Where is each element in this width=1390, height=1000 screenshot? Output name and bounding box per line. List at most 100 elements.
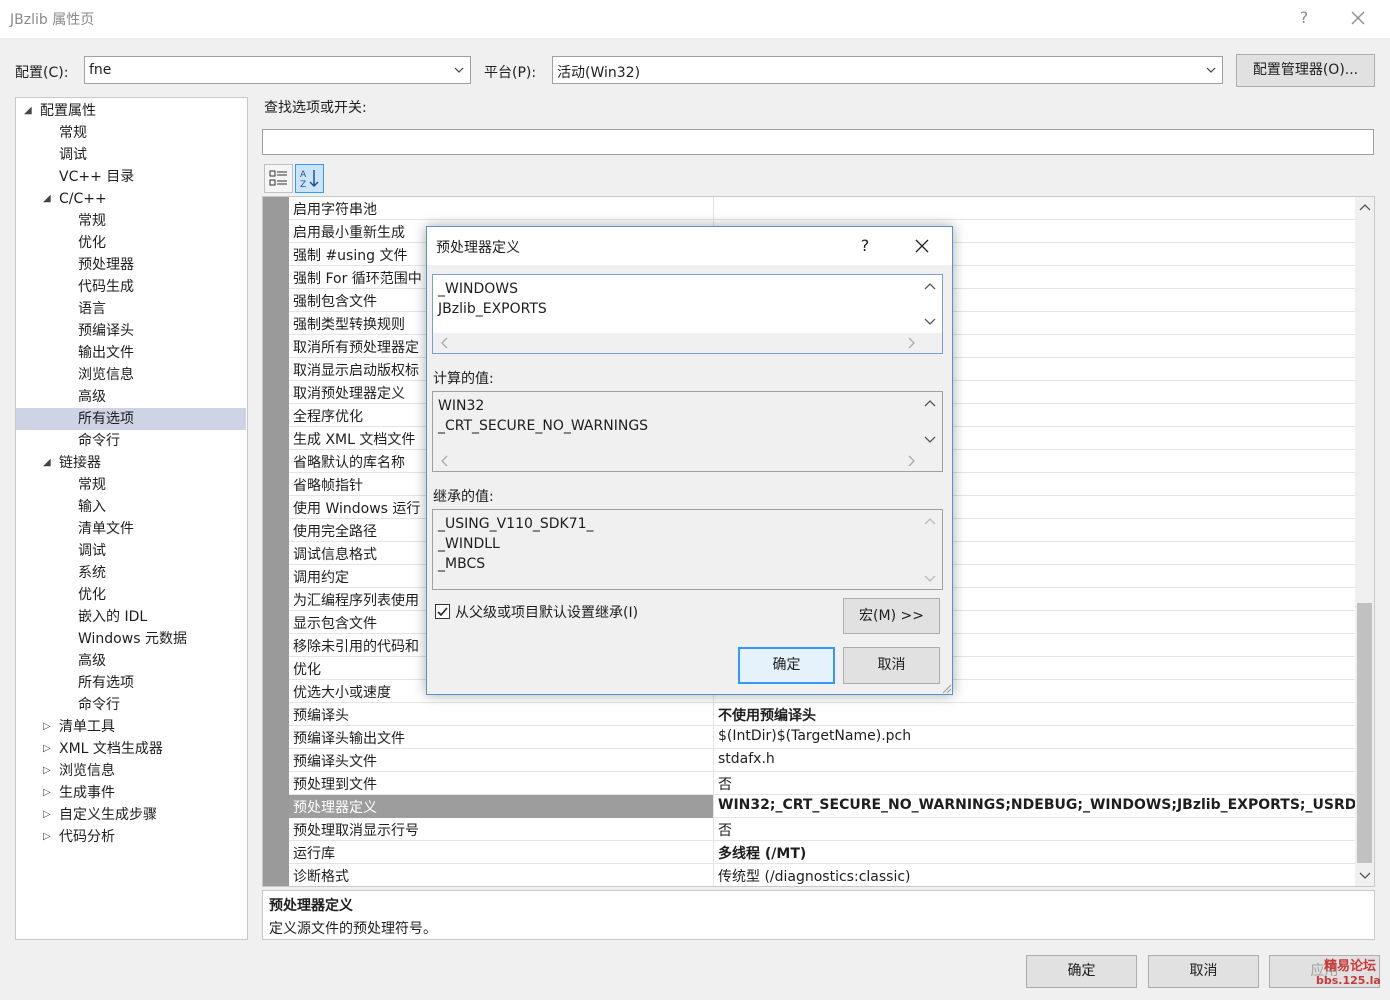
tree-item[interactable]: 输入 bbox=[16, 496, 246, 518]
expanded-icon[interactable]: ◢ bbox=[24, 100, 36, 122]
property-row[interactable]: 预编译头 不使用预编译头 bbox=[289, 703, 1355, 726]
tree-item[interactable]: ▷ 代码分析 bbox=[16, 826, 246, 848]
property-row[interactable]: 启用字符串池 bbox=[289, 197, 1355, 220]
sort-alphabetical-button[interactable]: A Z bbox=[295, 164, 324, 193]
tree-item[interactable]: 常规 bbox=[16, 122, 246, 144]
scroll-down-icon[interactable] bbox=[922, 431, 938, 447]
tree-item[interactable]: 清单文件 bbox=[16, 518, 246, 540]
property-value[interactable]: WIN32;_CRT_SECURE_NO_WARNINGS;NDEBUG;_WI… bbox=[718, 797, 1365, 813]
scroll-left-icon[interactable] bbox=[437, 335, 453, 351]
tree-item[interactable]: 所有选项 bbox=[16, 408, 246, 430]
scroll-up-icon[interactable] bbox=[922, 279, 938, 295]
tree-item[interactable]: 代码生成 bbox=[16, 276, 246, 298]
help-button[interactable]: ? bbox=[1294, 8, 1314, 27]
scroll-down-icon[interactable] bbox=[922, 570, 938, 586]
definitions-edit-box[interactable]: _WINDOWS JBzlib_EXPORTS bbox=[432, 274, 943, 354]
tree-item[interactable]: VC++ 目录 bbox=[16, 166, 246, 188]
tree-item[interactable]: ◢ 链接器 bbox=[16, 452, 246, 474]
macros-button[interactable]: 宏(M) >> bbox=[843, 598, 940, 634]
dialog-ok-button[interactable]: 确定 bbox=[738, 647, 835, 684]
tree-item[interactable]: 优化 bbox=[16, 232, 246, 254]
cancel-button[interactable]: 取消 bbox=[1148, 955, 1259, 988]
tree-item-label: 优化 bbox=[78, 235, 106, 251]
expanded-icon[interactable]: ◢ bbox=[43, 188, 55, 210]
tree-item[interactable]: ◢ 配置属性 bbox=[16, 100, 246, 122]
inherit-checkbox-label[interactable]: 从父级或项目默认设置继承(I) bbox=[455, 602, 638, 622]
property-row[interactable]: 预处理器定义 WIN32;_CRT_SECURE_NO_WARNINGS;NDEB… bbox=[289, 795, 1365, 818]
tree-item[interactable]: ▷ 浏览信息 bbox=[16, 760, 246, 782]
property-value[interactable]: 否 bbox=[718, 774, 732, 794]
search-input[interactable] bbox=[262, 129, 1374, 155]
tree-item[interactable]: 调试 bbox=[16, 144, 246, 166]
tree-item[interactable]: 常规 bbox=[16, 474, 246, 496]
property-row[interactable]: 运行库 多线程 (/MT) bbox=[289, 841, 1355, 864]
tree-item[interactable]: 命令行 bbox=[16, 694, 246, 716]
scroll-right-icon[interactable] bbox=[903, 453, 919, 469]
property-value[interactable]: 否 bbox=[718, 820, 732, 840]
tree-item[interactable]: ▷ XML 文档生成器 bbox=[16, 738, 246, 760]
property-row[interactable]: 预编译头文件 stdafx.h bbox=[289, 749, 1355, 772]
tree-item[interactable]: 系统 bbox=[16, 562, 246, 584]
scroll-up-icon[interactable] bbox=[1357, 200, 1373, 216]
collapsed-icon[interactable]: ▷ bbox=[43, 716, 55, 738]
scroll-right-icon[interactable] bbox=[903, 335, 919, 351]
scroll-up-icon[interactable] bbox=[922, 396, 938, 412]
dialog-help-button[interactable]: ? bbox=[857, 236, 873, 255]
property-value[interactable]: 不使用预编译头 bbox=[718, 705, 816, 725]
property-value[interactable]: 传统型 (/diagnostics:classic) bbox=[718, 866, 911, 886]
tree-item[interactable]: ▷ 清单工具 bbox=[16, 716, 246, 738]
horizontal-scrollbar[interactable] bbox=[433, 333, 942, 353]
platform-select[interactable]: 活动(Win32) bbox=[552, 56, 1223, 84]
config-select[interactable]: fne bbox=[84, 56, 471, 84]
config-manager-button[interactable]: 配置管理器(O)... bbox=[1236, 54, 1375, 87]
tree-item[interactable]: 预处理器 bbox=[16, 254, 246, 276]
tree-item[interactable]: 输出文件 bbox=[16, 342, 246, 364]
collapsed-icon[interactable]: ▷ bbox=[43, 782, 55, 804]
property-value[interactable]: 多线程 (/MT) bbox=[718, 843, 806, 863]
tree-item[interactable]: 所有选项 bbox=[16, 672, 246, 694]
ok-button[interactable]: 确定 bbox=[1026, 955, 1137, 988]
property-value[interactable]: stdafx.h bbox=[718, 751, 775, 767]
tree-item[interactable]: 语言 bbox=[16, 298, 246, 320]
tree-item[interactable]: 浏览信息 bbox=[16, 364, 246, 386]
scroll-up-icon[interactable] bbox=[922, 514, 938, 530]
collapsed-icon[interactable]: ▷ bbox=[43, 738, 55, 760]
property-value[interactable]: $(IntDir)$(TargetName).pch bbox=[718, 728, 911, 744]
categorized-view-button[interactable] bbox=[264, 164, 293, 193]
property-tree[interactable]: ◢ 配置属性 常规 调试 VC++ 目录 ◢ C/C++ 常规 优化 预处理器 代码生成 语言 预编译头… bbox=[15, 97, 248, 940]
property-row[interactable]: 预处理取消显示行号 否 bbox=[289, 818, 1355, 841]
inherit-checkbox[interactable] bbox=[435, 604, 450, 619]
tree-item-label: 配置属性 bbox=[40, 103, 96, 119]
scroll-down-icon[interactable] bbox=[922, 313, 938, 329]
close-icon[interactable] bbox=[1346, 6, 1370, 30]
expanded-icon[interactable]: ◢ bbox=[43, 452, 55, 474]
dialog-close-icon[interactable] bbox=[911, 235, 933, 257]
tree-item[interactable]: 预编译头 bbox=[16, 320, 246, 342]
tree-item-label: Windows 元数据 bbox=[78, 631, 187, 647]
tree-item[interactable]: 优化 bbox=[16, 584, 246, 606]
property-row[interactable]: 预处理到文件 否 bbox=[289, 772, 1355, 795]
tree-item[interactable]: ▷ 生成事件 bbox=[16, 782, 246, 804]
tree-item[interactable]: ◢ C/C++ bbox=[16, 188, 246, 210]
tree-item[interactable]: 高级 bbox=[16, 386, 246, 408]
tree-item[interactable]: 常规 bbox=[16, 210, 246, 232]
tree-item[interactable]: ▷ 自定义生成步骤 bbox=[16, 804, 246, 826]
property-row[interactable]: 诊断格式 传统型 (/diagnostics:classic) bbox=[289, 864, 1355, 886]
tree-item[interactable]: 嵌入的 IDL bbox=[16, 606, 246, 628]
tree-item[interactable]: 命令行 bbox=[16, 430, 246, 452]
collapsed-icon[interactable]: ▷ bbox=[43, 804, 55, 826]
tree-item-label: 常规 bbox=[59, 125, 87, 141]
resize-grip-icon[interactable] bbox=[940, 682, 952, 694]
tree-item[interactable]: 高级 bbox=[16, 650, 246, 672]
property-row[interactable]: 预编译头输出文件 $(IntDir)$(TargetName).pch bbox=[289, 726, 1355, 749]
definitions-edit-text[interactable]: _WINDOWS JBzlib_EXPORTS bbox=[438, 279, 547, 319]
dialog-cancel-button[interactable]: 取消 bbox=[843, 647, 940, 684]
property-name: 取消预处理器定义 bbox=[293, 386, 405, 402]
scroll-left-icon[interactable] bbox=[437, 453, 453, 469]
tree-item[interactable]: 调试 bbox=[16, 540, 246, 562]
collapsed-icon[interactable]: ▷ bbox=[43, 826, 55, 848]
tree-item[interactable]: Windows 元数据 bbox=[16, 628, 246, 650]
scroll-down-icon[interactable] bbox=[1357, 867, 1373, 883]
collapsed-icon[interactable]: ▷ bbox=[43, 760, 55, 782]
grid-scroll-thumb[interactable] bbox=[1357, 603, 1372, 863]
